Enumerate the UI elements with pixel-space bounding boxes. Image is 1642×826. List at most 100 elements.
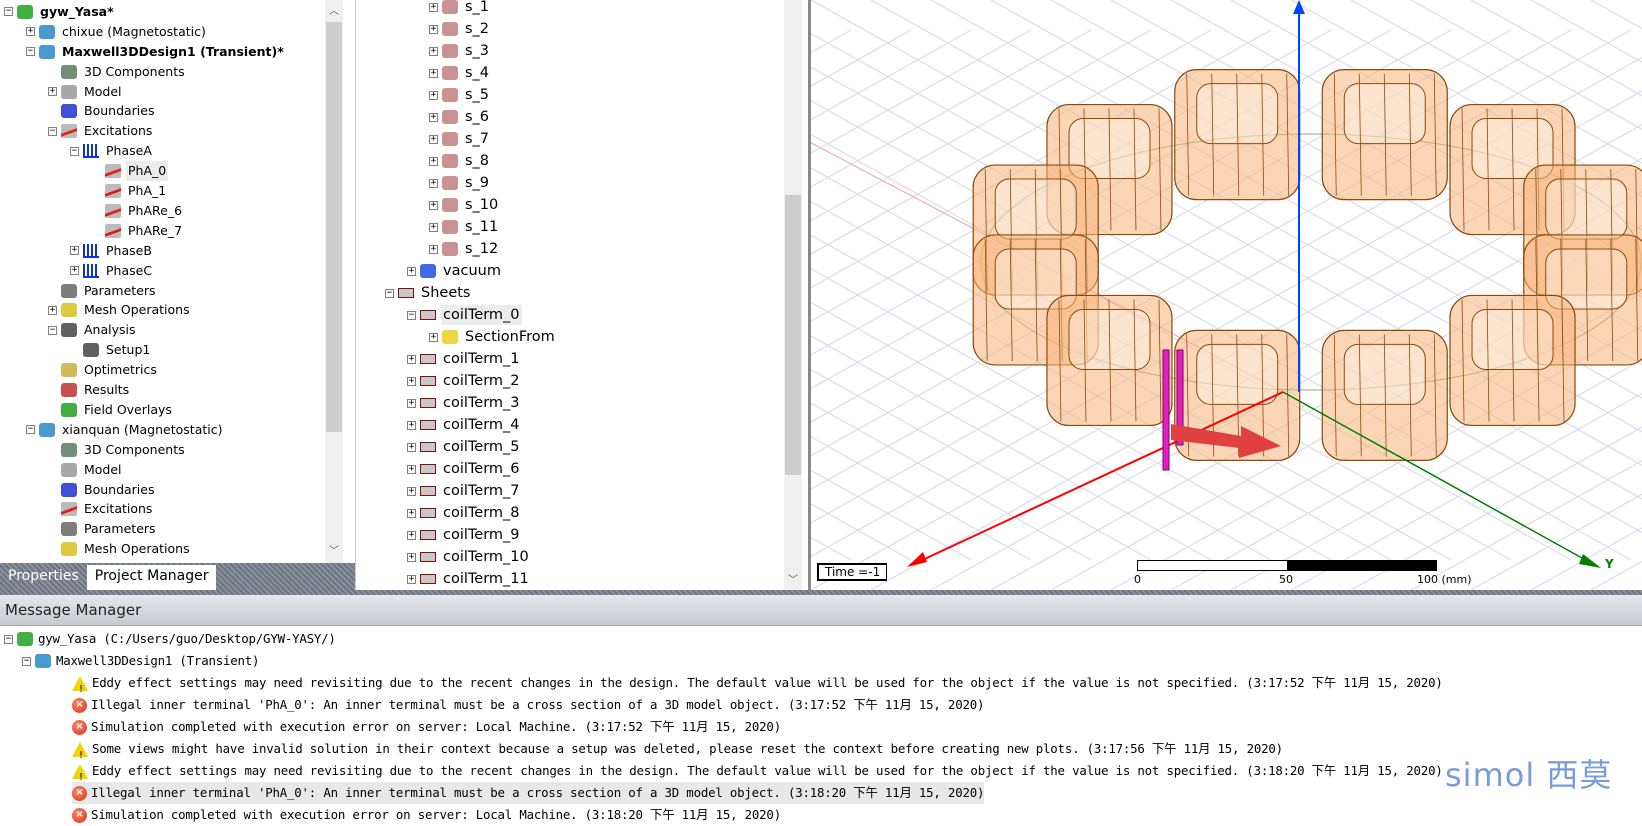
expand-icon[interactable]: + — [407, 530, 416, 540]
collapse-icon[interactable]: − — [385, 288, 394, 298]
tree-item[interactable]: Parameters — [48, 281, 158, 301]
expand-icon[interactable]: + — [48, 305, 57, 315]
tree-item[interactable]: PhA_0 — [92, 161, 169, 182]
scroll-down-arrow-icon[interactable]: ﹀ — [329, 542, 339, 557]
message-row[interactable]: × Illegal inner terminal 'PhA_0': An inne… — [72, 694, 984, 716]
tree-item[interactable]: + s_3 — [429, 40, 491, 62]
tree-item[interactable]: + s_2 — [429, 18, 491, 40]
tree-item[interactable]: − PhaseA — [70, 141, 154, 161]
tab-properties[interactable]: Properties — [0, 565, 87, 590]
3d-modeler-viewport[interactable]: Y Time =-1 0 50 100 (mm) — [808, 0, 1642, 590]
collapse-icon[interactable]: − — [70, 146, 79, 156]
scroll-up-arrow-icon[interactable]: ︿ — [329, 2, 339, 17]
tree-item[interactable]: Boundaries — [48, 480, 156, 500]
tree-item[interactable]: + PhaseB — [70, 241, 154, 261]
expand-icon[interactable]: + — [429, 68, 438, 78]
tree-item[interactable]: Optimetrics — [48, 360, 159, 380]
collapse-icon[interactable]: − — [4, 634, 13, 644]
tree-item[interactable]: Results — [48, 380, 131, 400]
tree-item[interactable]: + s_7 — [429, 128, 491, 150]
expand-icon[interactable]: + — [26, 27, 35, 37]
expand-icon[interactable]: + — [407, 354, 416, 364]
expand-icon[interactable]: + — [407, 508, 416, 518]
tree-item[interactable]: Model — [48, 460, 124, 480]
tree-item[interactable]: + Mesh Operations — [48, 301, 192, 321]
expand-icon[interactable]: + — [429, 46, 438, 56]
tree-item[interactable]: 3D Components — [48, 440, 187, 460]
expand-icon[interactable]: + — [407, 464, 416, 474]
tree-item[interactable]: + s_10 — [429, 194, 500, 216]
tree-item[interactable]: + Model — [48, 82, 124, 102]
collapse-icon[interactable]: − — [4, 7, 13, 17]
tree-item[interactable]: PhA_1 — [92, 181, 168, 201]
message-row[interactable]: × Illegal inner terminal 'PhA_0': An inne… — [72, 782, 984, 804]
tree-item[interactable]: Boundaries — [48, 102, 156, 122]
expand-icon[interactable]: + — [429, 90, 438, 100]
tree-item[interactable]: Setup1 — [70, 340, 152, 360]
message-row[interactable]: Eddy effect settings may need revisiting… — [72, 760, 1443, 789]
message-row[interactable]: × Simulation completed with execution err… — [72, 716, 781, 738]
expand-icon[interactable]: + — [429, 200, 438, 210]
tree-item[interactable]: + coilTerm_7 — [407, 480, 522, 502]
tree-item[interactable]: + chixue (Magnetostatic) — [26, 22, 208, 42]
tree-item[interactable]: + coilTerm_10 — [407, 546, 531, 568]
expand-icon[interactable]: + — [407, 442, 416, 452]
tree-item[interactable]: 3D Components — [48, 62, 187, 82]
message-row[interactable]: × Simulation completed with execution err… — [72, 804, 781, 826]
tree-item[interactable]: − Analysis — [48, 320, 138, 340]
expand-icon[interactable]: + — [429, 156, 438, 166]
scroll-down-arrow-icon[interactable]: ﹀ — [788, 571, 798, 586]
collapse-icon[interactable]: − — [26, 425, 35, 435]
expand-icon[interactable]: + — [429, 2, 438, 12]
tree-item[interactable]: + coilTerm_8 — [407, 502, 522, 524]
collapse-icon[interactable]: − — [48, 325, 57, 335]
scrollbar-thumb[interactable] — [785, 195, 801, 475]
tree-item[interactable]: − gyw_Yasa* — [4, 2, 116, 22]
tree-item[interactable]: − Excitations — [48, 121, 154, 141]
expand-icon[interactable]: + — [70, 266, 79, 276]
expand-icon[interactable]: + — [429, 244, 438, 254]
collapse-icon[interactable]: − — [407, 310, 416, 320]
expand-icon[interactable]: + — [407, 552, 416, 562]
expand-icon[interactable]: + — [429, 24, 438, 34]
tree-item[interactable]: + PhaseC — [70, 261, 154, 281]
message-row[interactable]: Some views might have invalid solution i… — [72, 738, 1283, 767]
expand-icon[interactable]: + — [407, 376, 416, 386]
tree-item[interactable]: Excitations — [48, 500, 154, 520]
tree-item[interactable]: + s_5 — [429, 84, 491, 106]
tree-item[interactable]: + coilTerm_2 — [407, 370, 522, 392]
tree-item[interactable]: + vacuum — [407, 260, 503, 282]
expand-icon[interactable]: + — [70, 246, 79, 256]
tree-item[interactable]: Field Overlays — [48, 400, 174, 420]
expand-icon[interactable]: + — [407, 398, 416, 408]
expand-icon[interactable]: + — [429, 134, 438, 144]
tree-item[interactable]: + coilTerm_5 — [407, 436, 522, 458]
tree-item[interactable]: PhARe_7 — [92, 221, 184, 241]
expand-icon[interactable]: + — [407, 266, 416, 276]
model-tree-scrollbar[interactable]: ﹀ — [784, 0, 802, 590]
tree-item[interactable]: − Maxwell3DDesign1 (Transient)* — [26, 42, 286, 62]
message-row[interactable]: − Maxwell3DDesign1 (Transient) — [22, 650, 259, 672]
expand-icon[interactable]: + — [407, 486, 416, 496]
project-tree-scrollbar[interactable]: ︿ ﹀ — [325, 0, 343, 563]
expand-icon[interactable]: + — [407, 420, 416, 430]
tree-item[interactable]: + s_1 — [429, 0, 491, 18]
tree-item[interactable]: + coilTerm_6 — [407, 458, 522, 480]
scrollbar-thumb[interactable] — [326, 22, 342, 432]
tree-item[interactable]: + coilTerm_11 — [407, 568, 531, 590]
tree-item[interactable]: + coilTerm_3 — [407, 392, 522, 414]
tree-item[interactable]: + coilTerm_1 — [407, 348, 522, 370]
tree-item[interactable]: + SectionFrom — [429, 326, 557, 348]
expand-icon[interactable]: + — [407, 574, 416, 584]
expand-icon[interactable]: + — [429, 222, 438, 232]
tree-item[interactable]: − Sheets — [385, 282, 472, 304]
collapse-icon[interactable]: − — [26, 47, 35, 57]
expand-icon[interactable]: + — [48, 87, 57, 97]
message-row[interactable]: Eddy effect settings may need revisiting… — [72, 672, 1443, 701]
collapse-icon[interactable]: − — [22, 656, 31, 666]
tree-item[interactable]: Mesh Operations — [48, 539, 192, 559]
tree-item[interactable]: + s_4 — [429, 62, 491, 84]
expand-icon[interactable]: + — [429, 112, 438, 122]
tree-item[interactable]: + s_8 — [429, 150, 491, 172]
expand-icon[interactable]: + — [429, 178, 438, 188]
